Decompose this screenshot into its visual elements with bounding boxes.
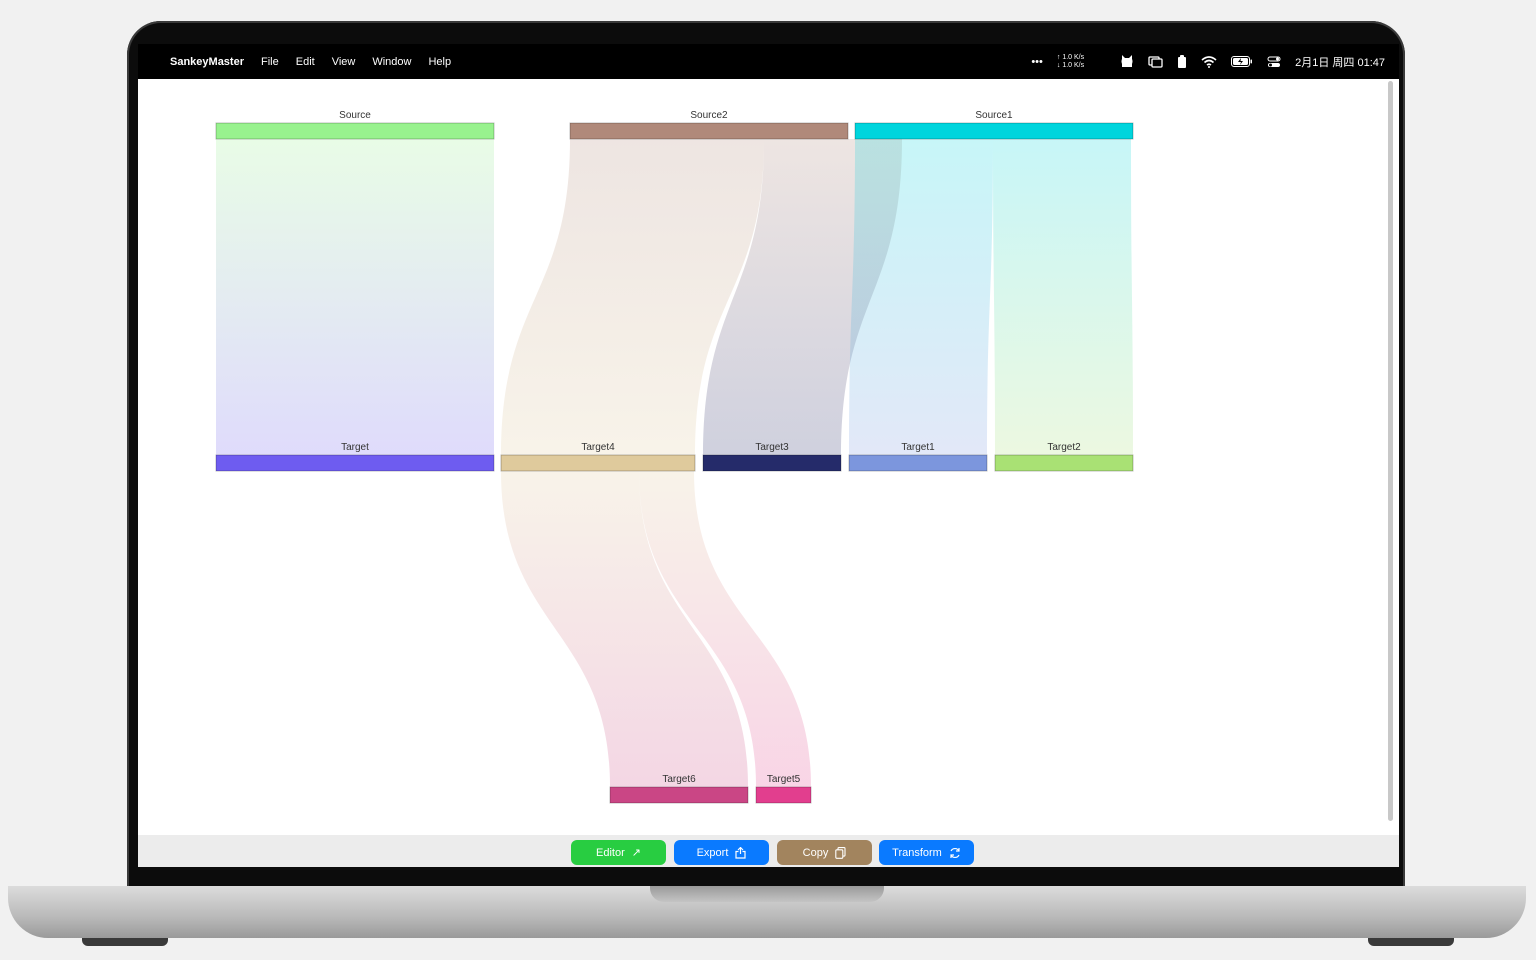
menu-window[interactable]: Window [372, 56, 411, 68]
editor-label: Editor [596, 846, 625, 859]
cat-icon[interactable] [1120, 55, 1134, 68]
refresh-icon [950, 847, 960, 858]
laptop-foot-right [1368, 938, 1454, 946]
net-up: ↑ 1.0 K/s [1056, 53, 1085, 61]
menu-bar: SankeyMaster File Edit View Window Help … [138, 44, 1399, 79]
node-target4[interactable] [500, 454, 696, 472]
menu-app-name[interactable]: SankeyMaster [170, 56, 244, 68]
link-source1-to-target1[interactable] [849, 139, 993, 455]
bottom-toolbar: Editor ↗ Export Copy Transform [138, 835, 1399, 867]
node-source[interactable] [215, 122, 495, 140]
menu-view[interactable]: View [332, 56, 356, 68]
node-label-source2: Source2 [690, 110, 728, 121]
node-label-source1: Source1 [975, 110, 1013, 121]
screen: SankeyMaster File Edit View Window Help … [138, 44, 1399, 867]
node-target5[interactable] [755, 786, 812, 804]
node-target3[interactable] [702, 454, 842, 472]
node-target2[interactable] [994, 454, 1134, 472]
export-label: Export [696, 846, 729, 859]
copy-icon [835, 846, 846, 859]
node-label-source: Source [339, 110, 371, 121]
copy-label: Copy [802, 846, 829, 859]
node-label-target: Target [341, 442, 369, 453]
share-icon [735, 846, 746, 859]
clock[interactable]: 2月1日 周四 01:47 [1295, 54, 1385, 70]
editor-button[interactable]: Editor ↗ [571, 840, 666, 865]
network-speed: ↑ 1.0 K/s ↓ 1.0 K/s [1057, 54, 1084, 70]
node-label-target6: Target6 [662, 774, 696, 785]
node-target1[interactable] [848, 454, 988, 472]
link-source-to-target[interactable] [216, 139, 494, 455]
node-label-target2: Target2 [1047, 442, 1081, 453]
sankey-diagram: Source Source2 Source1 Target Target4 Target3… [215, 110, 1134, 804]
node-label-target3: Target3 [755, 442, 789, 453]
arrow-up-right-icon: ↗ [631, 847, 641, 859]
vertical-scrollbar[interactable] [1388, 81, 1393, 821]
laptop-lid-notch [650, 886, 884, 902]
wifi-icon[interactable] [1201, 55, 1217, 68]
link-source1-to-target2[interactable] [993, 139, 1133, 455]
battery-charging-icon[interactable] [1231, 56, 1253, 67]
menu-edit[interactable]: Edit [296, 56, 315, 68]
export-button[interactable]: Export [674, 840, 769, 865]
more-menu-icon[interactable]: ••• [1031, 56, 1043, 68]
node-label-target5: Target5 [767, 774, 801, 785]
copy-button[interactable]: Copy [777, 840, 872, 865]
menu-file[interactable]: File [261, 56, 279, 68]
node-source1[interactable] [854, 122, 1134, 140]
net-down: ↓ 1.0 K/s [1056, 61, 1085, 69]
node-source2[interactable] [569, 122, 849, 140]
node-label-target1: Target1 [901, 442, 935, 453]
laptop-foot-left [82, 938, 168, 946]
node-label-target4: Target4 [581, 442, 615, 453]
node-target6[interactable] [609, 786, 749, 804]
transform-button[interactable]: Transform [879, 840, 974, 865]
window-icon[interactable] [1148, 55, 1163, 68]
sankey-canvas: Source Source2 Source1 Target Target4 Target3… [148, 79, 1386, 835]
control-center-icon[interactable] [1267, 56, 1281, 68]
node-target[interactable] [215, 454, 495, 472]
clipboard-icon[interactable] [1177, 55, 1187, 68]
transform-label: Transform [892, 846, 942, 859]
menu-help[interactable]: Help [428, 56, 451, 68]
